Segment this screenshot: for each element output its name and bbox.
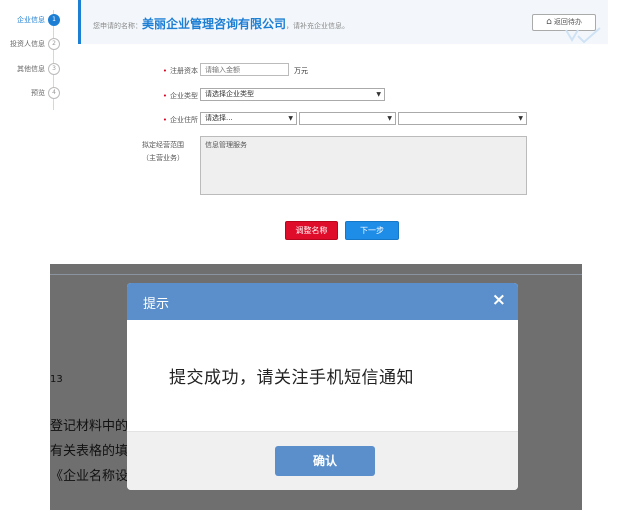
- notice-suffix: ，请补充企业信息。: [286, 22, 350, 30]
- close-icon[interactable]: ×: [492, 290, 506, 310]
- scope-label-line2: （主营业务）: [142, 154, 184, 162]
- success-dialog: 提示 × 提交成功，请关注手机短信通知 确认: [127, 283, 518, 490]
- background-text-line: 13: [50, 374, 63, 385]
- required-marker: •: [162, 92, 167, 100]
- scope-label: 拟定经营范围 （主营业务）: [128, 140, 198, 163]
- notice-prefix: 您申请的名称：: [93, 22, 142, 30]
- capital-label-text: 注册资本: [170, 67, 198, 75]
- confirm-button[interactable]: 确认: [275, 446, 375, 476]
- next-step-button[interactable]: 下一步: [345, 221, 399, 240]
- business-scope-value: 信息管理服务: [205, 141, 247, 149]
- capital-label: • 注册资本: [148, 66, 198, 76]
- adjust-name-button[interactable]: 调整名称: [285, 221, 338, 240]
- notice-text: 您申请的名称：美丽企业管理咨询有限公司，请补充企业信息。: [93, 15, 349, 32]
- chevron-down-icon: ▼: [288, 115, 293, 122]
- chevron-down-icon: ▼: [376, 91, 381, 98]
- decorative-check-icon: [565, 27, 601, 44]
- form-panel: 企业信息 1 投资人信息 2 其他信息 3 预览 4 您申请的名称：美丽企业管理…: [0, 0, 625, 258]
- step-investor-info[interactable]: 投资人信息 2: [0, 38, 62, 52]
- type-label: • 企业类型: [148, 91, 198, 101]
- notice-banner: 您申请的名称：美丽企业管理咨询有限公司，请补充企业信息。 ⌂ 返回待办: [78, 0, 608, 44]
- dialog-title: 提示: [143, 297, 170, 312]
- step-other-info[interactable]: 其他信息 3: [0, 63, 62, 77]
- company-type-select[interactable]: 请选择企业类型 ▼: [200, 88, 385, 101]
- background-divider: [50, 274, 582, 275]
- form-main: 您申请的名称：美丽企业管理咨询有限公司，请补充企业信息。 ⌂ 返回待办 • 注册资本…: [78, 0, 608, 258]
- district-select[interactable]: ▼: [398, 112, 527, 125]
- dialog-footer: 确认: [127, 431, 518, 490]
- chevron-down-icon: ▼: [518, 115, 523, 122]
- capital-unit: 万元: [294, 67, 308, 75]
- type-label-text: 企业类型: [170, 92, 198, 100]
- company-type-value: 请选择企业类型: [205, 90, 254, 98]
- required-marker: •: [162, 67, 167, 75]
- step-preview[interactable]: 预览 4: [0, 87, 62, 101]
- capital-input[interactable]: [200, 63, 289, 76]
- step-company-info[interactable]: 企业信息 1: [0, 14, 62, 28]
- step-label: 企业信息: [17, 16, 45, 24]
- step-number: 4: [48, 87, 60, 99]
- step-number: 3: [48, 63, 60, 75]
- step-number: 2: [48, 38, 60, 50]
- back-button-label: 返回待办: [553, 18, 582, 26]
- business-scope-textarea[interactable]: 信息管理服务: [200, 136, 527, 195]
- step-label: 其他信息: [17, 65, 45, 73]
- address-label: • 企业住所: [148, 115, 198, 125]
- scope-label-line1: 拟定经营范围: [142, 141, 184, 149]
- required-marker: •: [162, 116, 167, 124]
- dialog-message: 提交成功，请关注手机短信通知: [169, 368, 414, 388]
- home-icon: ⌂: [546, 17, 552, 27]
- chevron-down-icon: ▼: [387, 115, 392, 122]
- city-select[interactable]: ▼: [299, 112, 396, 125]
- step-number: 1: [48, 14, 60, 26]
- dialog-header: 提示 ×: [127, 283, 518, 320]
- step-label: 预览: [31, 89, 45, 97]
- province-value: 请选择...: [205, 114, 233, 122]
- step-label: 投资人信息: [10, 40, 45, 48]
- step-navigator: 企业信息 1 投资人信息 2 其他信息 3 预览 4: [0, 0, 68, 120]
- company-name: 美丽企业管理咨询有限公司: [142, 17, 287, 31]
- province-select[interactable]: 请选择... ▼: [200, 112, 297, 125]
- modal-overlay: 13 登记材料中的复 有关表格的填写 《企业名称设立 提示 × 提交成功，请关注…: [50, 264, 582, 510]
- address-label-text: 企业住所: [170, 116, 198, 124]
